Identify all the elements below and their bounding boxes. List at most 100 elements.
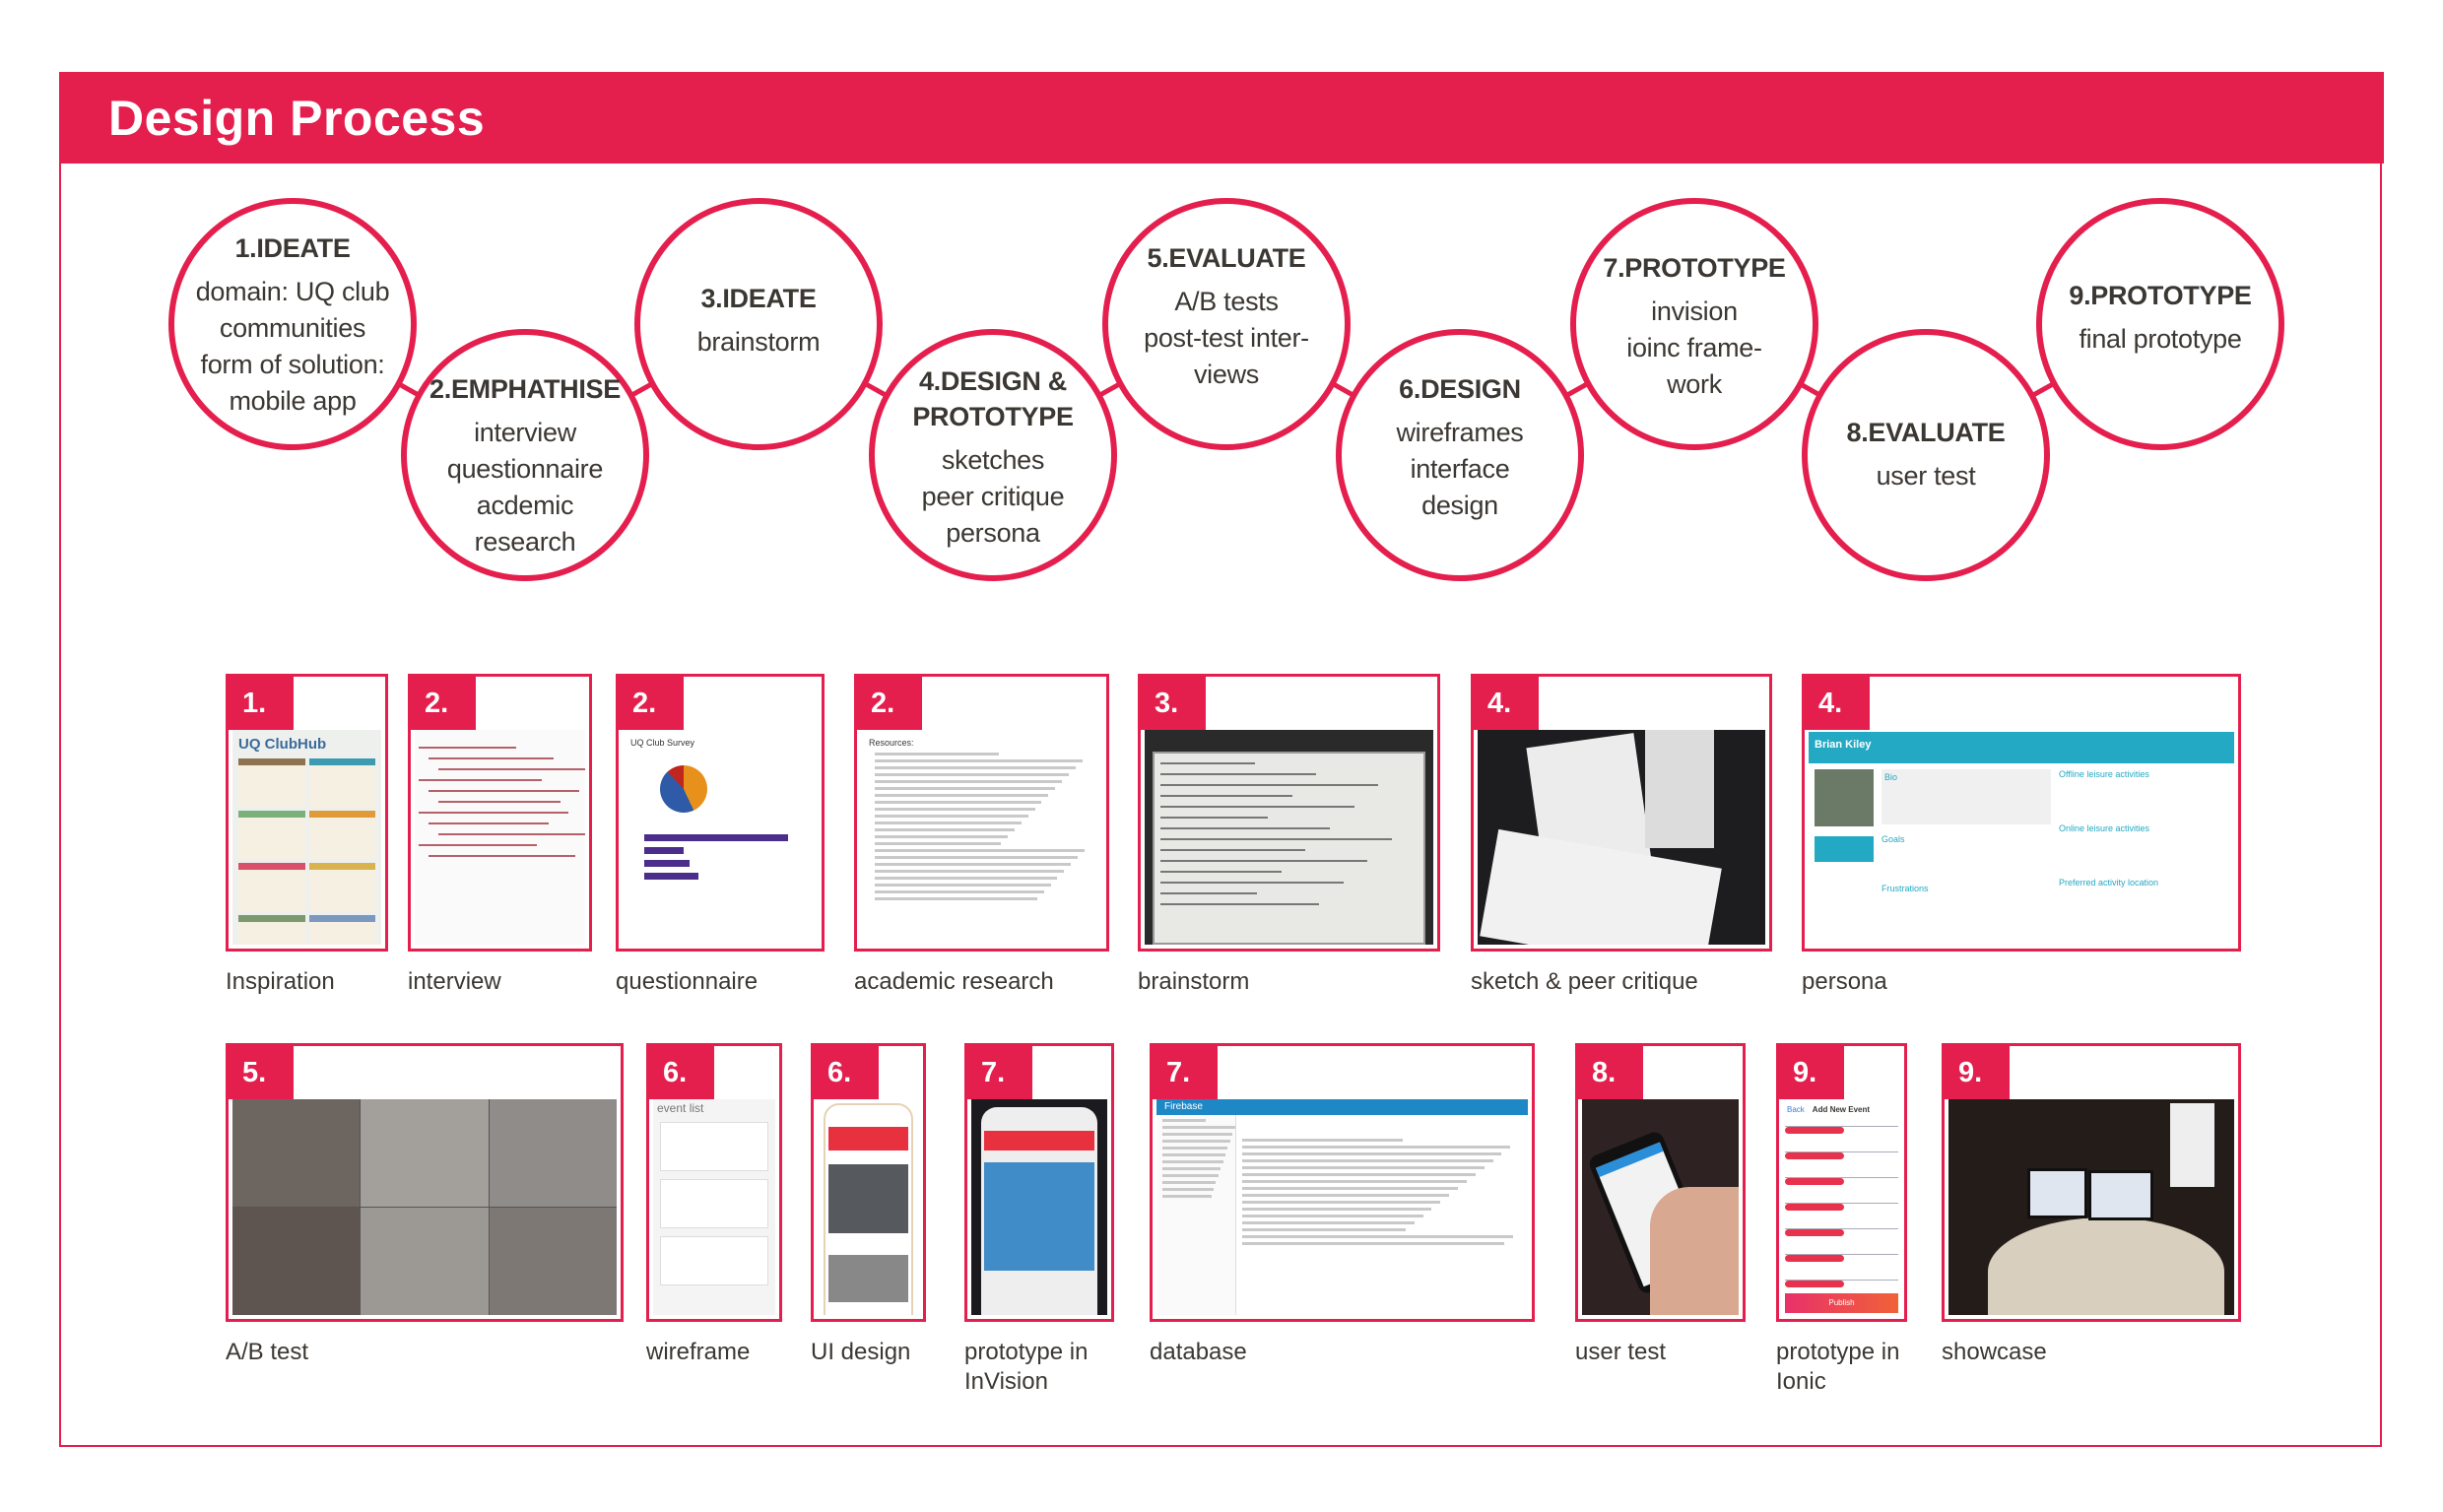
step-number-badge: 7. (967, 1046, 1032, 1099)
step-detail: form of solution: (200, 350, 385, 379)
thumbnail-image (415, 730, 585, 945)
step-detail: peer critique (921, 482, 1065, 511)
thumbnail-caption: Inspiration (226, 968, 335, 995)
process-step-6: 6.DESIGN wireframes interface design (1344, 371, 1576, 524)
form-heading: Add New Event (1812, 1105, 1871, 1114)
survey-heading: UQ Club Survey (630, 738, 695, 748)
thumbnail-caption: A/B test (226, 1339, 309, 1365)
thumbnail-invision: 7. (964, 1043, 1114, 1322)
thumbnail-image (1948, 1099, 2234, 1315)
process-step-9: 9.PROTOTYPE final prototype (2044, 278, 2277, 358)
step-detail: research (474, 527, 576, 557)
step-title: 4.DESIGN & PROTOTYPE (912, 366, 1074, 431)
thumbnail-wireframe: 6. event list (646, 1043, 782, 1322)
step-detail: A/B tests (1174, 287, 1279, 316)
step-number-badge: 3. (1141, 677, 1206, 730)
firebase-heading: Firebase (1156, 1099, 1528, 1115)
thumbnail-image: UQ Club Survey (623, 730, 818, 945)
thumbnail-caption: user test (1575, 1339, 1667, 1365)
step-detail: brainstorm (696, 327, 821, 357)
step-title: 1.IDEATE (234, 233, 351, 263)
thumbnail-caption: wireframe (646, 1339, 751, 1365)
thumbnail-usertest: 8. (1575, 1043, 1746, 1322)
step-detail: acdemic (476, 491, 574, 520)
step-detail: communities (219, 313, 366, 343)
step-title: 9.PROTOTYPE (2069, 281, 2252, 310)
persona-location: Preferred activity location (2059, 878, 2159, 887)
thumbnail-image (232, 1099, 617, 1315)
step-detail: interface (1410, 454, 1510, 484)
thumbnail-poster: 1. UQ ClubHub (226, 674, 388, 952)
thumbnail-image: Brian Kiley Bio Goals Frustrations Offline l… (1809, 730, 2234, 945)
step-detail: post-test inter- (1144, 323, 1309, 353)
thumbnail-ionic: 9. Back Add New Event Publish (1776, 1043, 1907, 1322)
thumbnail-persona: 4. Brian Kiley Bio Goals Frustrations Offline… (1802, 674, 2241, 952)
step-detail: domain: UQ club (195, 277, 390, 306)
persona-online: Online leisure activities (2059, 823, 2150, 833)
step-title: 8.EVALUATE (1846, 418, 2006, 447)
thumbnail-image (971, 1099, 1107, 1315)
thumbnail-caption: prototype in Ionic (1776, 1339, 1900, 1395)
back-link: Back (1787, 1105, 1805, 1114)
thumbnail-image (818, 1099, 919, 1315)
thumbnail-caption: interview (408, 968, 501, 995)
step-number-badge: 6. (814, 1046, 879, 1099)
step-number-badge: 4. (1805, 677, 1870, 730)
step-detail: mobile app (229, 386, 357, 416)
process-step-7: 7.PROTOTYPE invision ioinc frame-work (1578, 250, 1811, 403)
thumbnail-abtest: 5. (226, 1043, 624, 1322)
thumbnail-image (1478, 730, 1765, 945)
step-detail: wireframes (1396, 418, 1524, 447)
wireframe-heading: event list (657, 1101, 704, 1115)
step-number-badge: 2. (857, 677, 922, 730)
thumbnail-phone: 6. (811, 1043, 926, 1322)
thumbnail-image: event list (653, 1099, 775, 1315)
process-step-2: 2.EMPHATHISE interview questionnaire acdemi… (409, 371, 641, 560)
persona-offline: Offline leisure activities (2059, 769, 2149, 779)
thumbnail-caption: academic research (854, 968, 1054, 995)
step-number-badge: 9. (1779, 1046, 1844, 1099)
thumbnail-caption: UI design (811, 1339, 911, 1365)
thumbnail-caption: questionnaire (616, 968, 759, 995)
thumbnail-firebase: 7. Firebase (1150, 1043, 1535, 1322)
step-title: 3.IDEATE (700, 284, 817, 313)
persona-goals: Goals (1882, 834, 1905, 844)
thumbnail-image: UQ ClubHub (232, 730, 381, 945)
step-title: 5.EVALUATE (1147, 243, 1306, 273)
publish-button: Publish (1785, 1293, 1898, 1313)
step-number-badge: 5. (229, 1046, 294, 1099)
thumbnail-document: 2. Resources: (854, 674, 1109, 952)
thumbnail-image: Resources: (861, 730, 1102, 945)
step-number-badge: 1. (229, 677, 294, 730)
thumbnail-survey: 2. UQ Club Survey (616, 674, 825, 952)
thumbnail-showcase: 9. (1942, 1043, 2241, 1322)
step-detail: ioinc frame- (1626, 333, 1762, 362)
thumbnail-image (1145, 730, 1433, 945)
step-number-badge: 4. (1474, 677, 1539, 730)
step-detail: invision (1651, 296, 1738, 326)
step-detail: design (1421, 491, 1498, 520)
step-detail: final prototype (2079, 324, 2242, 354)
step-detail: work (1667, 369, 1722, 399)
thumbnail-handwriting: 2. (408, 674, 592, 952)
step-detail: persona (946, 518, 1040, 548)
thumbnail-image: Firebase (1156, 1099, 1528, 1315)
process-step-3: 3.IDEATE brainstorm (642, 281, 875, 361)
thumbnail-caption: database (1150, 1339, 1247, 1365)
step-detail: questionnaire (446, 454, 604, 484)
process-step-4: 4.DESIGN & PROTOTYPE sketches peer critiqu… (877, 363, 1109, 552)
step-number-badge: 7. (1153, 1046, 1218, 1099)
step-number-badge: 9. (1945, 1046, 2010, 1099)
poster-heading: UQ ClubHub (238, 736, 327, 753)
step-title: 7.PROTOTYPE (1603, 253, 1786, 283)
step-number-badge: 6. (649, 1046, 714, 1099)
step-detail: interview (474, 418, 576, 447)
thumbnail-caption: prototype in InVision (964, 1339, 1089, 1395)
step-number-badge: 2. (619, 677, 684, 730)
thumbnail-caption: showcase (1942, 1339, 2047, 1365)
process-step-1: 1.IDEATE domain: UQ club communities form o… (176, 230, 409, 420)
step-number-badge: 8. (1578, 1046, 1643, 1099)
step-number-badge: 2. (411, 677, 476, 730)
process-step-8: 8.EVALUATE user test (1810, 415, 2042, 494)
thumbnail-caption: persona (1802, 968, 1887, 995)
